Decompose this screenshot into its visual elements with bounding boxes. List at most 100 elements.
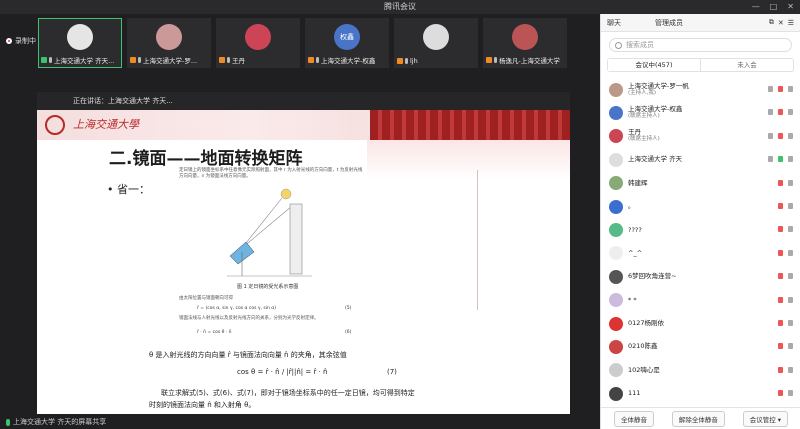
member-row[interactable]: 王丹 (联席主持人)	[601, 125, 800, 148]
microphone-icon[interactable]	[778, 319, 783, 326]
camera-icon[interactable]	[788, 366, 793, 373]
microphone-icon[interactable]	[778, 366, 783, 373]
video-tile[interactable]: ljh	[394, 18, 478, 68]
member-row[interactable]: 。	[601, 195, 800, 218]
member-name: 。	[628, 202, 635, 211]
microphone-icon[interactable]	[778, 273, 783, 280]
member-status-icons	[768, 156, 793, 163]
microphone-icon[interactable]	[778, 86, 783, 92]
avatar	[609, 82, 623, 97]
member-status-icons	[778, 319, 793, 326]
tile-label: 上海交通大学-罗...	[143, 57, 198, 65]
member-name: 111	[628, 389, 641, 398]
tab-manage-members[interactable]: 管理成员	[655, 18, 683, 28]
microphone-icon[interactable]	[778, 156, 783, 163]
avatar	[609, 269, 623, 284]
microphone-icon	[494, 57, 497, 63]
member-row[interactable]: 111	[601, 382, 800, 405]
member-status-icons	[768, 109, 793, 116]
mute-all-button[interactable]: 全体静音	[613, 410, 654, 427]
screen-share-owner: 上海交通大学 齐天的屏幕共享	[13, 418, 107, 426]
minimize-icon[interactable]: —	[752, 0, 760, 14]
member-status-icons	[778, 366, 793, 373]
tile-label-row: ljh	[397, 57, 475, 65]
camera-icon[interactable]	[788, 249, 793, 256]
camera-icon[interactable]	[788, 86, 793, 92]
camera-icon[interactable]	[788, 390, 793, 397]
unmute-all-button[interactable]: 解除全体静音	[671, 410, 725, 427]
camera-icon[interactable]	[788, 343, 793, 350]
camera-icon[interactable]	[788, 156, 793, 163]
tab-in-meeting[interactable]: 会议中(457)	[608, 59, 701, 71]
member-row[interactable]: 韩建辉	[601, 172, 800, 195]
speaking-text: 正在讲话：上海交通大学 齐天...	[73, 97, 173, 105]
figure-caption: 图 1 定日镜的受光系示意图	[237, 284, 299, 290]
microphone-icon[interactable]	[778, 249, 783, 256]
video-tile[interactable]: 权鑫 上海交通大学-权鑫	[305, 18, 389, 68]
equation-7: cos θ = r̂ · n̂ / |r̂||n̂| = r̂ · n̂	[237, 368, 328, 376]
member-row[interactable]: ????	[601, 218, 800, 241]
camera-icon[interactable]	[788, 202, 793, 209]
slide-title: 二.镜面——地面转换矩阵	[109, 149, 303, 169]
microphone-icon[interactable]	[778, 343, 783, 350]
school-name: 上海交通大學	[73, 118, 139, 131]
member-row[interactable]: 6梦回吹角连营~	[601, 265, 800, 288]
member-status-icons	[778, 179, 793, 186]
member-row[interactable]: 上海交通大学 齐天	[601, 148, 800, 171]
member-search-input[interactable]: 搜索成员	[609, 38, 792, 52]
avatar	[67, 24, 93, 50]
recording-indicator[interactable]: 录制中	[6, 36, 36, 46]
tile-label-row: 杨逸凡-上海交通大学	[486, 55, 564, 65]
camera-icon[interactable]	[788, 319, 793, 326]
member-row[interactable]: 0210陈鑫	[601, 335, 800, 358]
avatar	[156, 24, 182, 50]
microphone-icon[interactable]	[778, 202, 783, 209]
panel-close-icon[interactable]: ✕	[778, 19, 784, 27]
avatar	[609, 106, 623, 121]
video-tile[interactable]: 杨逸凡-上海交通大学	[483, 18, 567, 68]
panel-menu-icon[interactable]: ☰	[788, 19, 794, 27]
avatar	[609, 246, 623, 261]
member-name-block: * *	[628, 295, 637, 304]
member-name: 上海交通大学-罗一帆	[628, 81, 689, 90]
member-name-block: 102嗨心是	[628, 366, 660, 374]
member-row[interactable]: ^_^	[601, 242, 800, 265]
member-row[interactable]: 0127杨刚依	[601, 312, 800, 335]
microphone-icon[interactable]	[778, 226, 783, 233]
tile-label-row: 上海交通大学-罗...	[130, 55, 208, 65]
member-row[interactable]: 上海交通大学-罗一帆 (主持人,我)	[601, 78, 800, 101]
camera-icon[interactable]	[788, 132, 793, 139]
avatar	[245, 24, 271, 50]
role-badge-icon	[41, 57, 47, 63]
meeting-control-button[interactable]: 会议管控 ▾	[742, 410, 789, 427]
maximize-icon[interactable]: □	[770, 0, 778, 14]
member-row[interactable]: * *	[601, 289, 800, 312]
microphone-icon[interactable]	[778, 132, 783, 139]
video-tile[interactable]: 上海交通大学 齐天...	[38, 18, 122, 68]
camera-icon[interactable]	[788, 296, 793, 303]
member-row[interactable]: 102嗨心是	[601, 359, 800, 382]
avatar	[609, 152, 623, 167]
popout-icon[interactable]: ⧉	[769, 18, 774, 27]
microphone-icon[interactable]	[778, 109, 783, 116]
camera-icon[interactable]	[788, 179, 793, 186]
video-tile[interactable]: 王丹	[216, 18, 300, 68]
tab-not-joined[interactable]: 未入会	[701, 59, 793, 71]
microphone-icon	[138, 57, 141, 63]
camera-icon[interactable]	[788, 109, 793, 116]
member-name-block: 111	[628, 390, 640, 397]
video-tile[interactable]: 上海交通大学-罗...	[127, 18, 211, 68]
tile-label: 王丹	[232, 57, 245, 65]
camera-icon[interactable]	[788, 273, 793, 280]
member-name-block: 韩建辉	[628, 179, 648, 187]
microphone-icon[interactable]	[778, 296, 783, 303]
camera-icon[interactable]	[788, 226, 793, 233]
slide-divider	[477, 170, 478, 310]
member-name: * *	[628, 295, 637, 304]
member-name-block: 6梦回吹角连营~	[628, 273, 677, 280]
close-icon[interactable]: ✕	[787, 0, 794, 14]
microphone-icon[interactable]	[778, 390, 783, 397]
member-row[interactable]: 上海交通大学-权鑫 (联席主持人)	[601, 101, 800, 124]
tab-chat[interactable]: 聊天	[607, 18, 621, 28]
microphone-icon[interactable]	[778, 179, 783, 186]
